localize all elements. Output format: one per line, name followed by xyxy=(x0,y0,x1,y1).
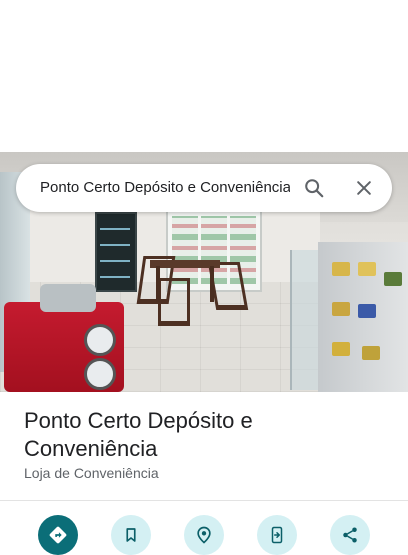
search-button[interactable] xyxy=(298,172,330,204)
close-icon xyxy=(357,181,371,195)
save-button[interactable] xyxy=(111,515,151,555)
directions-icon xyxy=(49,526,67,544)
place-title: Ponto Certo Depósito e Conveniência xyxy=(24,408,253,461)
nearby-icon xyxy=(197,526,211,544)
photo-fridge-dark xyxy=(95,212,137,292)
share-icon xyxy=(343,527,357,543)
directions-button[interactable] xyxy=(38,515,78,555)
send-to-phone-button[interactable] xyxy=(257,515,297,555)
divider xyxy=(0,500,408,501)
search-bar[interactable]: Ponto Certo Depósito e Conveniência xyxy=(16,164,392,212)
search-icon xyxy=(305,179,324,198)
photo-table-leg xyxy=(210,266,214,302)
send-to-phone-icon xyxy=(271,526,283,544)
nearby-button[interactable] xyxy=(184,515,224,555)
photo-right-rack xyxy=(318,242,408,392)
search-input[interactable]: Ponto Certo Depósito e Conveniência xyxy=(40,164,290,212)
top-blank-area xyxy=(0,0,408,152)
photo-red-machine xyxy=(4,284,124,392)
clear-button[interactable] xyxy=(348,172,380,204)
bookmark-icon xyxy=(126,528,136,542)
photo-chair xyxy=(158,278,190,326)
place-category[interactable]: Loja de Conveniência xyxy=(24,465,159,481)
photo-table-leg xyxy=(156,266,160,302)
share-button[interactable] xyxy=(330,515,370,555)
